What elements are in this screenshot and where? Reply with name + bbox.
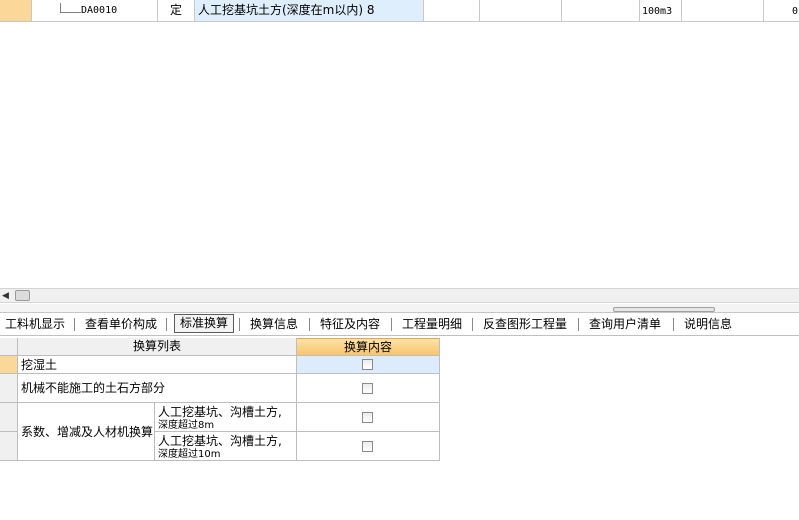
conversion-value-cell[interactable] [297, 374, 440, 403]
sublabel-line2: 深度超过8m [158, 419, 215, 431]
row-indicator[interactable] [0, 374, 18, 403]
sublabel-line1: 人工挖基坑、沟槽土方, [158, 433, 282, 448]
type-cell[interactable]: 定 [158, 0, 195, 21]
tab-reverse-graphic-quantity[interactable]: 反查图形工程量 [478, 313, 572, 335]
tab-separator [391, 318, 392, 331]
header-conversion-list: 换算列表 [18, 338, 297, 356]
blank-cell-2[interactable] [480, 0, 562, 21]
header-conversion-content: 换算内容 [297, 338, 440, 356]
horizontal-scrollbar[interactable]: ◀ [0, 288, 799, 303]
tab-description-info[interactable]: 说明信息 [679, 313, 737, 335]
tab-separator [673, 318, 674, 331]
tab-standard-conversion[interactable]: 标准换算 [174, 314, 235, 333]
conversion-group-label: 系数、增减及人材机换算 [18, 403, 155, 461]
tab-conversion-info[interactable]: 换算信息 [245, 313, 303, 335]
conversion-value-cell[interactable] [297, 432, 440, 461]
tab-separator [578, 318, 579, 331]
panel-splitter[interactable] [0, 304, 799, 313]
row-indicator[interactable] [0, 403, 18, 432]
code-cell[interactable]: DA0010 [32, 0, 158, 21]
conversion-sublabel: 人工挖基坑、沟槽土方, 深度超过10m [155, 432, 297, 461]
conversion-value-cell[interactable] [297, 356, 440, 374]
blank-cell-3[interactable] [562, 0, 640, 21]
row-indicator[interactable] [0, 0, 32, 21]
tab-separator [74, 318, 75, 331]
row-indicator[interactable] [0, 432, 18, 461]
tab-query-user-list[interactable]: 查询用户清单 [584, 313, 666, 335]
unit-cell[interactable]: 100m3 [640, 0, 682, 21]
non-machine-earthwork-checkbox[interactable] [362, 383, 373, 394]
tab-separator [166, 318, 167, 331]
conversion-value-cell[interactable] [297, 403, 440, 432]
tab-features-content[interactable]: 特征及内容 [315, 313, 385, 335]
name-text: 人工挖基坑土方(深度在m以内) 8 [198, 3, 375, 17]
sublabel-line1: 人工挖基坑、沟槽土方, [158, 404, 282, 419]
unit-text: 100m3 [642, 6, 673, 17]
row-indicator[interactable] [0, 356, 18, 374]
conversion-sublabel: 人工挖基坑、沟槽土方, 深度超过8m [155, 403, 297, 432]
sublabel-line2: 深度超过10m [158, 448, 221, 460]
tab-separator [472, 318, 473, 331]
blank-cell-1[interactable] [424, 0, 480, 21]
name-cell[interactable]: 人工挖基坑土方(深度在m以内) 8 [195, 0, 424, 21]
quota-table-row[interactable]: DA0010 定 人工挖基坑土方(深度在m以内) 8 100m3 0 [0, 0, 799, 22]
tail-text: 0 [792, 6, 799, 17]
scroll-left-arrow-icon[interactable]: ◀ [2, 290, 9, 302]
standard-conversion-table: 换算列表 换算内容 挖湿土 机械不能施工的土石方部分 系数、增减及人材机换算 人… [0, 338, 440, 461]
tab-material-display[interactable]: 工料机显示 [0, 313, 70, 335]
wet-soil-checkbox[interactable] [362, 359, 373, 370]
detail-tab-bar: 工料机显示 查看单价构成 标准换算 换算信息 特征及内容 工程量明细 反查图形工… [0, 313, 799, 336]
tab-quantity-detail[interactable]: 工程量明细 [397, 313, 467, 335]
tab-unit-price-composition[interactable]: 查看单价构成 [80, 313, 162, 335]
conversion-label: 机械不能施工的土石方部分 [18, 374, 297, 403]
header-corner [0, 338, 18, 356]
scroll-thumb[interactable] [15, 290, 30, 301]
depth-over-10m-checkbox[interactable] [362, 441, 373, 452]
type-text: 定 [169, 3, 182, 17]
tab-separator [239, 318, 240, 331]
depth-over-8m-checkbox[interactable] [362, 412, 373, 423]
tab-separator [309, 318, 310, 331]
code-text: DA0010 [81, 5, 118, 16]
tree-connector [60, 3, 81, 13]
tail-cell[interactable]: 0 [764, 0, 799, 21]
blank-cell-4[interactable] [682, 0, 764, 21]
splitter-grip[interactable] [613, 307, 715, 312]
conversion-label: 挖湿土 [18, 356, 297, 374]
